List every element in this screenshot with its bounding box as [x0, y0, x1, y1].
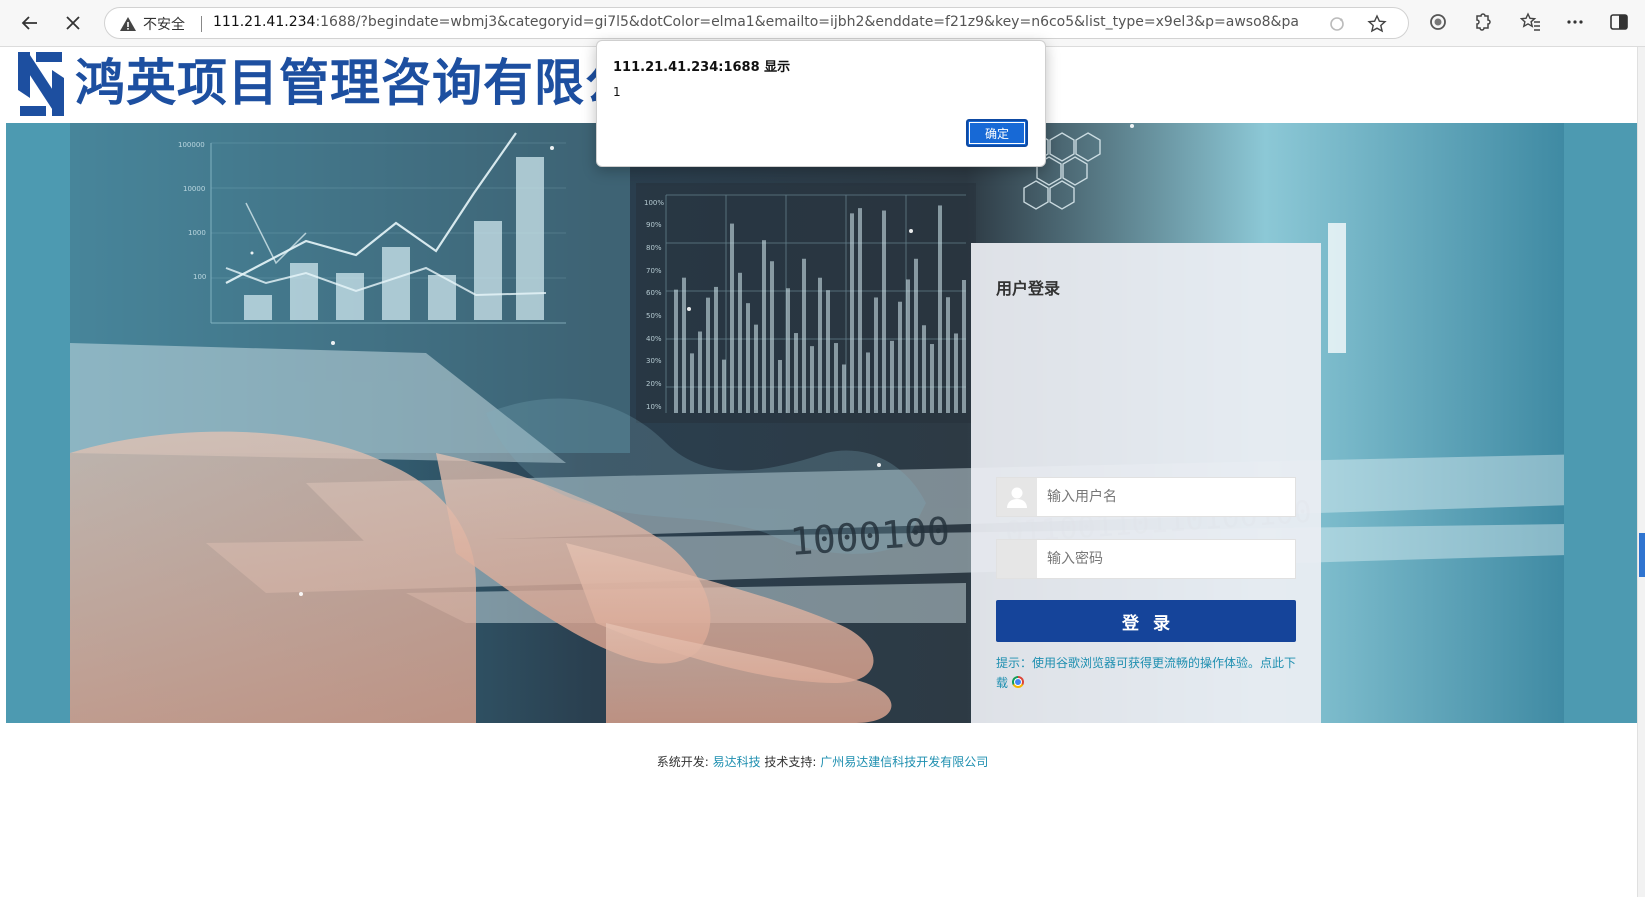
dialog-title: 111.21.41.234:1688 显示: [613, 60, 791, 75]
footer: 系统开发: 易达科技 技术支持: 广州易达建信科技开发有限公司: [0, 753, 1645, 770]
decor-bar: [962, 280, 966, 413]
decor-bar: [906, 279, 910, 413]
favorites-icon[interactable]: [1520, 11, 1542, 33]
stop-loading-button[interactable]: [57, 7, 89, 39]
decor-bar: [930, 344, 934, 413]
decor-bar: [722, 359, 726, 413]
decor-bar: [954, 333, 958, 413]
login-title: 用户登录: [996, 279, 1061, 298]
url-host: 111.21.41.234: [213, 14, 316, 30]
url-text[interactable]: 111.21.41.234:1688/?begindate=wbmj3&cate…: [213, 14, 1298, 30]
svg-text:100%: 100%: [644, 199, 664, 207]
translate-icon[interactable]: [1327, 14, 1347, 34]
footer-dev-label: 系统开发:: [656, 755, 709, 769]
decor-bar: [946, 297, 950, 413]
decor-bar: [682, 277, 686, 413]
decor-bar: [850, 213, 854, 413]
decor-bar: [770, 261, 774, 413]
sidebar-icon[interactable]: [1608, 11, 1630, 33]
lock-icon-box: [997, 540, 1037, 578]
browser-hint[interactable]: 提示：使用谷歌浏览器可获得更流畅的操作体验。点此下载: [996, 653, 1301, 693]
close-icon: [66, 16, 80, 30]
decor-bar: [802, 258, 806, 413]
user-icon: [1007, 487, 1027, 508]
page-scrollbar[interactable]: [1637, 47, 1645, 897]
password-field: [996, 539, 1296, 579]
back-button[interactable]: [14, 7, 46, 39]
decor-bar: [762, 240, 766, 413]
login-button[interactable]: 登录: [996, 600, 1296, 642]
chrome-browser-icon[interactable]: [1012, 676, 1025, 688]
security-label[interactable]: 不安全: [143, 14, 185, 34]
decor-bar: [842, 364, 846, 413]
star-icon[interactable]: [1367, 14, 1387, 34]
decor-bar: [818, 277, 822, 413]
decor-bar: [730, 223, 734, 413]
record-icon[interactable]: [1427, 11, 1449, 33]
username-field: [996, 477, 1296, 517]
svg-text:100000: 100000: [178, 141, 205, 149]
svg-text:20%: 20%: [646, 380, 662, 388]
decor-bar: [898, 301, 902, 413]
url-path: :1688/?begindate=wbmj3&categoryid=gi7l5&…: [315, 14, 1298, 30]
svg-text:1000: 1000: [188, 229, 206, 237]
more-menu-icon[interactable]: [1564, 11, 1586, 33]
decor-bar: [922, 325, 926, 413]
footer-support-link[interactable]: 广州易达建信科技开发有限公司: [820, 755, 988, 769]
decor-bar: [714, 286, 718, 413]
svg-text:80%: 80%: [646, 244, 662, 252]
svg-text:100: 100: [193, 273, 206, 281]
svg-text:70%: 70%: [646, 267, 662, 275]
dialog-message: 1: [613, 85, 621, 99]
address-bar[interactable]: 不安全 111.21.41.234:1688/?begindate=wbmj3&…: [104, 7, 1409, 39]
scrollbar-thumb[interactable]: [1639, 533, 1645, 577]
company-logo-icon: [18, 52, 64, 116]
decor-bar: [706, 297, 710, 413]
decor-bar: [890, 340, 894, 413]
password-input[interactable]: [1037, 540, 1295, 578]
browser-hint-text[interactable]: 提示：使用谷歌浏览器可获得更流畅的操作体验。点此下载: [996, 656, 1296, 690]
svg-text:90%: 90%: [646, 221, 662, 229]
decor-bar: [778, 359, 782, 413]
svg-text:10%: 10%: [646, 403, 662, 411]
svg-text:50%: 50%: [646, 312, 662, 320]
decor-bar: [834, 343, 838, 413]
svg-text:10000: 10000: [183, 185, 205, 193]
decor-bar: [882, 210, 886, 413]
warning-icon: [120, 17, 136, 31]
decor-bar: [874, 297, 878, 413]
decor-bar: [914, 258, 918, 413]
alert-dialog: 111.21.41.234:1688 显示 1 确定: [596, 40, 1046, 167]
decor-bar: [738, 272, 742, 413]
svg-text:30%: 30%: [646, 357, 662, 365]
username-input[interactable]: [1037, 478, 1295, 516]
decor-bar: [690, 353, 694, 413]
hero-banner: 100000 10000 1000 100 100% 90% 80% 70% 6…: [6, 123, 1637, 723]
decor-bar: [674, 289, 678, 413]
extensions-icon[interactable]: [1471, 11, 1493, 33]
decor-bar: [794, 333, 798, 413]
decor-bar: [858, 208, 862, 413]
decor-bar: [826, 290, 830, 413]
company-name: 鸿英项目管理咨询有限公: [75, 53, 636, 112]
decor-bar: [746, 303, 750, 413]
user-icon-box: [997, 478, 1037, 516]
decor-bar: [866, 352, 870, 413]
dialog-ok-button[interactable]: 确定: [966, 119, 1028, 147]
banner-illustration: 100000 10000 1000 100 100% 90% 80% 70% 6…: [6, 123, 1637, 723]
address-separator: [201, 16, 202, 32]
decor-bar: [786, 288, 790, 413]
decor-bar: [810, 346, 814, 413]
decor-bar: [754, 324, 758, 413]
svg-text:40%: 40%: [646, 335, 662, 343]
back-arrow-icon: [21, 16, 37, 30]
footer-dev-link[interactable]: 易达科技: [713, 755, 761, 769]
footer-support-label: 技术支持:: [764, 755, 817, 769]
svg-text:60%: 60%: [646, 289, 662, 297]
decor-bar: [698, 331, 702, 413]
decor-bar: [938, 205, 942, 413]
